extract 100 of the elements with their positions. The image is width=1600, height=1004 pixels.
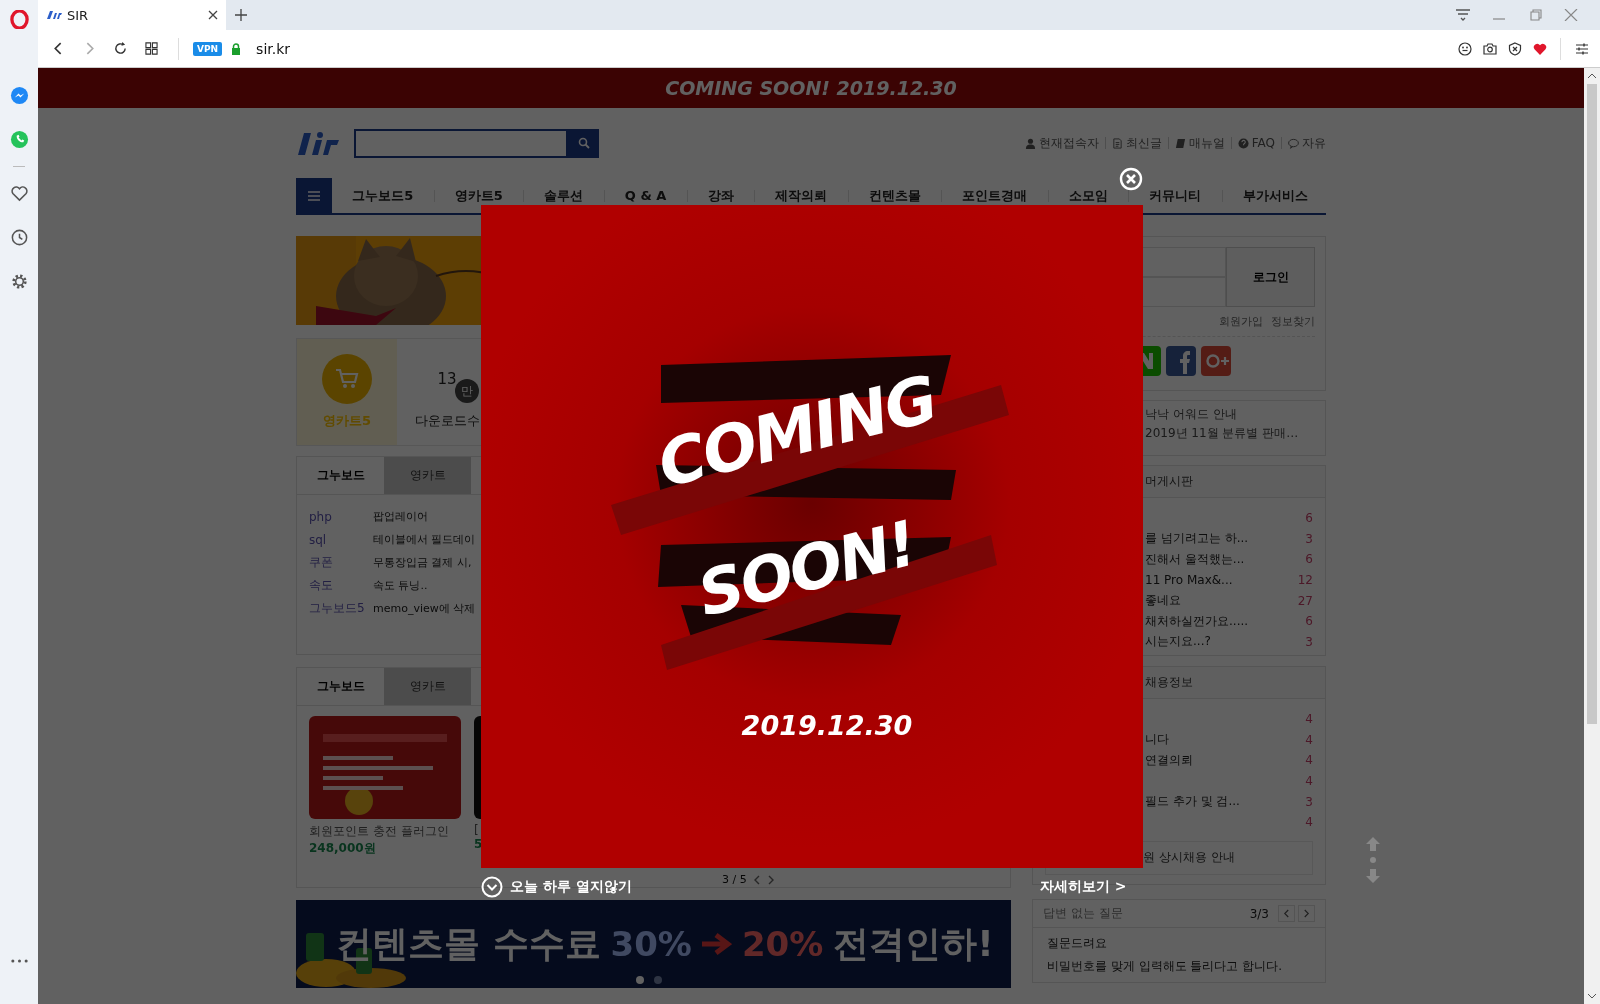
header-link[interactable]: FAQ xyxy=(1251,136,1275,150)
heart-icon[interactable] xyxy=(9,184,29,203)
post-category[interactable]: 그누보드5 xyxy=(309,600,373,617)
post-category[interactable]: 속도 xyxy=(309,577,373,594)
close-icon[interactable] xyxy=(208,10,218,20)
down-arrow-icon[interactable] xyxy=(1365,868,1381,884)
nav-item[interactable]: 그누보드5 xyxy=(352,188,414,203)
notice-link[interactable]: 낙낙 어워드 안내 xyxy=(1145,406,1325,423)
comment-count: 6 xyxy=(1305,552,1313,567)
post-title[interactable]: 무통장입금 결제 시, xyxy=(373,555,472,570)
up-arrow-icon[interactable] xyxy=(1365,836,1381,852)
header-link[interactable]: 최신글 xyxy=(1125,134,1162,152)
notice-link[interactable]: 2019년 11월 분류별 판매… xyxy=(1145,425,1325,442)
clock-icon[interactable] xyxy=(9,228,29,247)
panel-tab[interactable]: 영카트 xyxy=(384,668,471,705)
post-category[interactable]: 쿠폰 xyxy=(309,554,373,571)
post-title[interactable]: 속도 튜닝.. xyxy=(373,578,428,593)
scroll-up-icon[interactable] xyxy=(1587,72,1597,80)
banner-text: COMING SOON! 2019.12.30 xyxy=(665,77,957,99)
post-title[interactable]: memo_view에 삭제 xyxy=(373,601,476,616)
reload-icon[interactable] xyxy=(114,42,127,55)
post-title[interactable]: 를 넘기려고는 하... xyxy=(1145,530,1249,548)
header-link[interactable]: 매뉴얼 xyxy=(1188,134,1225,152)
grid-icon[interactable] xyxy=(145,42,158,55)
nav-item[interactable]: 제작의뢰 xyxy=(775,188,828,203)
facebook-icon[interactable] xyxy=(1166,346,1196,376)
next-icon[interactable] xyxy=(766,874,775,885)
post-category[interactable]: sql xyxy=(309,532,373,547)
camera-icon[interactable] xyxy=(1483,41,1497,56)
user-icon xyxy=(1024,137,1036,149)
whatsapp-icon[interactable] xyxy=(9,130,29,149)
question-text[interactable]: 비밀번호를 맞게 입력해도 틀리다고 합니다. xyxy=(1047,958,1311,975)
search-icon xyxy=(577,137,590,149)
arrow-icon xyxy=(701,932,732,956)
question-text[interactable]: 질문드려요 xyxy=(1047,935,1311,952)
header-link[interactable]: 자유 xyxy=(1302,134,1326,152)
next-button[interactable] xyxy=(1298,905,1315,922)
more-link[interactable]: 자세히보기 > xyxy=(1040,878,1127,896)
promo-old-rate: 30% xyxy=(610,924,692,964)
scrollbar-thumb[interactable] xyxy=(1587,84,1597,724)
page-indicator: 3 / 5 xyxy=(722,873,747,886)
post-title[interactable]: 진해서 울적했는... xyxy=(1145,551,1245,568)
post-title[interactable]: 채처하실껀가요..... xyxy=(1145,612,1249,630)
opera-logo-icon[interactable] xyxy=(9,10,29,29)
board-title[interactable]: 채용정보 xyxy=(1145,674,1193,691)
previous-icon[interactable] xyxy=(752,874,761,885)
top-banner[interactable]: COMING SOON! 2019.12.30 xyxy=(38,68,1584,108)
post-title[interactable]: 니다 xyxy=(1145,731,1169,749)
question-icon xyxy=(1237,137,1249,149)
login-button[interactable]: 로그인 xyxy=(1226,247,1315,307)
panel-tab[interactable]: 영카트 xyxy=(384,457,471,494)
previous-button[interactable] xyxy=(1278,905,1295,922)
nav-item[interactable]: Q & A xyxy=(624,188,667,203)
tab-menu-icon[interactable] xyxy=(1456,9,1470,21)
post-title[interactable]: 연결의뢰 xyxy=(1145,752,1193,769)
settings-icon[interactable] xyxy=(9,272,29,291)
post-title[interactable]: 시는지요...? xyxy=(1145,633,1211,651)
post-title[interactable]: 테이블에서 필드데이 xyxy=(373,532,476,547)
slide-dot[interactable] xyxy=(636,976,644,984)
post-title[interactable]: 필드 추가 및 검... xyxy=(1145,793,1240,811)
site-logo-icon[interactable] xyxy=(296,129,340,157)
menu-button[interactable] xyxy=(296,178,332,213)
new-tab-icon[interactable] xyxy=(235,9,247,21)
previous-icon xyxy=(1283,909,1290,918)
product-name[interactable]: 회원포인트 충전 플러그인 xyxy=(309,823,461,840)
search-field[interactable] xyxy=(354,128,568,158)
search-button[interactable] xyxy=(568,128,599,158)
restore-icon[interactable] xyxy=(1528,9,1542,21)
cart-icon xyxy=(335,368,359,390)
promo-banner[interactable]: 컨텐츠몰 수수료 30% 20% 전격인하! xyxy=(296,900,1011,988)
comment-count: 12 xyxy=(1297,573,1313,588)
header-link[interactable]: 현재접속자 xyxy=(1038,134,1099,152)
vpn-badge[interactable]: VPN xyxy=(193,41,223,56)
nav-item[interactable]: 포인트경매 xyxy=(962,188,1028,203)
nav-item[interactable]: 솔루션 xyxy=(544,188,584,203)
blocker-icon[interactable] xyxy=(1508,41,1522,56)
headline-text: SOON! xyxy=(691,506,923,631)
scroll-down-icon[interactable] xyxy=(1587,992,1597,1000)
nav-item[interactable]: 커뮤니티 xyxy=(1149,188,1202,203)
heart-icon[interactable] xyxy=(1533,41,1547,56)
slide-dot[interactable] xyxy=(654,976,662,984)
nav-item[interactable]: 소모임 xyxy=(1068,188,1108,203)
account-link[interactable]: 정보찾기 xyxy=(1271,314,1315,329)
dismiss-button[interactable]: 오늘 하루 열지않기 xyxy=(481,876,632,898)
nav-item[interactable]: 영카트5 xyxy=(454,188,503,203)
post-title[interactable]: 11 Pro Max&... xyxy=(1145,573,1233,588)
nav-item[interactable]: 컨텐츠몰 xyxy=(868,188,921,203)
url-field[interactable]: sir.kr xyxy=(256,40,291,57)
post-category[interactable]: php xyxy=(309,509,373,524)
smiley-icon[interactable] xyxy=(1458,41,1472,56)
nav-item[interactable]: 부가서비스 xyxy=(1242,188,1308,203)
easy-setup-icon[interactable] xyxy=(1575,41,1589,56)
browser-tab[interactable]: SIR xyxy=(38,0,226,30)
nav-item[interactable]: 강좌 xyxy=(707,188,734,203)
post-title[interactable]: 좋네요 xyxy=(1145,592,1181,610)
post-title[interactable]: 팝업레이어 xyxy=(373,509,428,524)
more-icon[interactable] xyxy=(9,958,29,964)
google-plus-icon[interactable] xyxy=(1201,346,1231,376)
messenger-icon[interactable] xyxy=(9,86,29,105)
board-title[interactable]: 머게시판 xyxy=(1145,473,1193,490)
